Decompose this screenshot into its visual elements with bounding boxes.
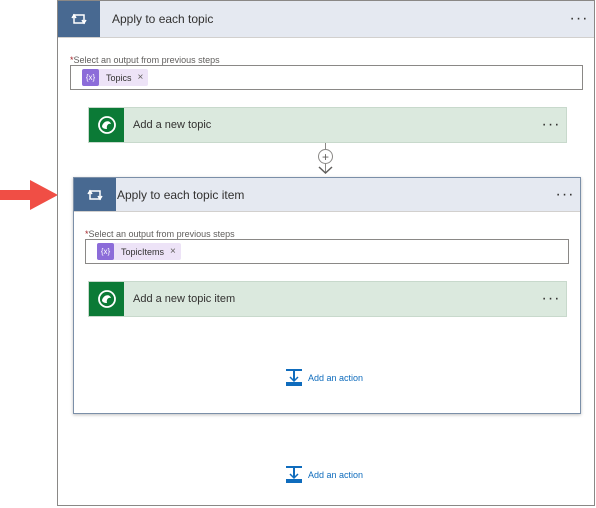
insert-step-button[interactable]: + [318,149,333,164]
red-pointer-arrow-icon [0,180,58,210]
inner-select-output-label: *Select an output from previous steps [85,229,235,239]
apply-to-each-topic-item-header[interactable]: Apply to each topic item ··· [74,178,580,212]
add-a-new-topic-title: Add a new topic [133,119,212,131]
inner-add-an-action-button[interactable]: Add an action [286,369,363,386]
topics-token[interactable]: {x} Topics × [82,69,149,86]
topicitems-token[interactable]: {x} TopicItems × [97,243,181,260]
apply-to-each-topic-header[interactable]: Apply to each topic ··· [58,1,594,38]
plus-icon: + [321,149,329,164]
dataverse-icon [89,108,124,142]
connector-arrow-icon [318,166,333,175]
apply-to-each-topic-title: Apply to each topic [112,12,214,26]
outer-loop-more-button[interactable]: ··· [564,10,594,28]
add-a-new-topic-item-more-button[interactable]: ··· [536,290,566,308]
topics-token-remove-icon[interactable]: × [138,72,144,83]
inner-loop-more-button[interactable]: ··· [550,186,580,204]
add-action-icon [286,369,302,386]
topicitems-token-label: TopicItems [121,246,165,257]
add-a-new-topic-action[interactable]: Add a new topic ··· [88,107,567,143]
outer-select-output-field[interactable]: {x} Topics × [70,65,583,90]
inner-select-output-field[interactable]: {x} TopicItems × [85,239,569,264]
inner-select-output-label-text: Select an output from previous steps [88,229,235,239]
dataverse-icon [89,282,124,316]
outer-select-output-label: *Select an output from previous steps [70,55,220,65]
add-action-icon [286,466,302,483]
add-a-new-topic-item-title: Add a new topic item [133,293,236,305]
variable-token-icon: {x} [82,69,99,86]
loop-icon [58,1,100,37]
loop-icon [74,178,116,211]
outer-select-output-label-text: Select an output from previous steps [73,55,220,65]
add-a-new-topic-item-action[interactable]: Add a new topic item ··· [88,281,567,317]
topicitems-token-remove-icon[interactable]: × [170,246,176,257]
topics-token-label: Topics [106,72,132,83]
outer-add-an-action-button[interactable]: Add an action [286,466,363,483]
add-a-new-topic-more-button[interactable]: ··· [536,116,566,134]
apply-to-each-topic-item-title: Apply to each topic item [117,187,245,202]
inner-add-an-action-label: Add an action [308,372,364,383]
variable-token-icon: {x} [97,243,114,260]
outer-add-an-action-label: Add an action [308,469,364,480]
